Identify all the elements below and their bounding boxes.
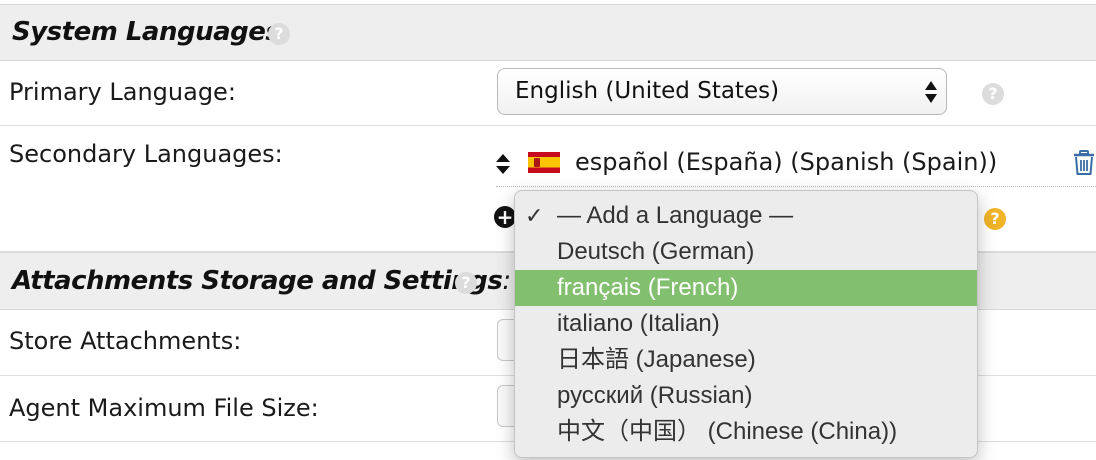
option-label: Deutsch (German) xyxy=(557,238,755,265)
primary-language-help-icon[interactable]: ? xyxy=(982,83,1004,105)
option-label: русский (Russian) xyxy=(557,382,753,409)
dropdown-option[interactable]: русский (Russian) xyxy=(515,378,977,414)
secondary-languages-label: Secondary Languages: xyxy=(9,140,283,168)
dropdown-option[interactable]: 中文（中国） (Chinese (China)) xyxy=(515,414,977,450)
dropdown-option-highlighted[interactable]: français (French) xyxy=(515,270,977,306)
checkmark-icon: ✓ xyxy=(525,203,544,228)
secondary-language-item: español (España) (Spanish (Spain)) xyxy=(575,148,998,176)
option-label: 中文（中国） (Chinese (China)) xyxy=(557,418,898,445)
option-label: — Add a Language — xyxy=(557,202,794,229)
section-title: Attachments Storage and Settings: xyxy=(12,266,511,296)
dropdown-option[interactable]: 日本語 (Japanese) xyxy=(515,342,977,378)
add-language-dropdown[interactable]: ✓ — Add a Language — Deutsch (German) fr… xyxy=(514,190,978,458)
section-title: System Languages xyxy=(12,17,281,47)
add-language-help-icon[interactable]: ? xyxy=(984,208,1006,230)
agent-max-file-size-label: Agent Maximum File Size: xyxy=(9,394,319,422)
dropdown-option[interactable]: italiano (Italian) xyxy=(515,306,977,342)
primary-language-select[interactable]: English (United States) xyxy=(497,68,947,115)
spain-flag-icon xyxy=(528,152,560,173)
add-language-icon[interactable]: + xyxy=(494,206,516,228)
option-label: 日本語 (Japanese) xyxy=(557,346,756,373)
primary-language-label: Primary Language: xyxy=(9,78,236,106)
help-icon[interactable]: ? xyxy=(268,23,290,45)
option-label: italiano (Italian) xyxy=(557,310,720,337)
help-icon[interactable]: ? xyxy=(455,272,477,294)
language-divider xyxy=(496,186,1096,187)
dropdown-option[interactable]: ✓ — Add a Language — xyxy=(515,198,977,234)
dropdown-option[interactable]: Deutsch (German) xyxy=(515,234,977,270)
select-arrows-icon xyxy=(925,81,937,103)
primary-language-value: English (United States) xyxy=(515,78,780,104)
store-attachments-label: Store Attachments: xyxy=(9,327,242,355)
attachments-title: Attachments Storage and Settings xyxy=(12,266,503,296)
trash-icon[interactable] xyxy=(1073,150,1095,176)
attachments-title-colon: : xyxy=(502,266,511,296)
system-languages-header: System Languages ? xyxy=(0,4,1096,61)
option-label: français (French) xyxy=(557,274,739,301)
sort-handle-icon[interactable] xyxy=(494,152,512,176)
